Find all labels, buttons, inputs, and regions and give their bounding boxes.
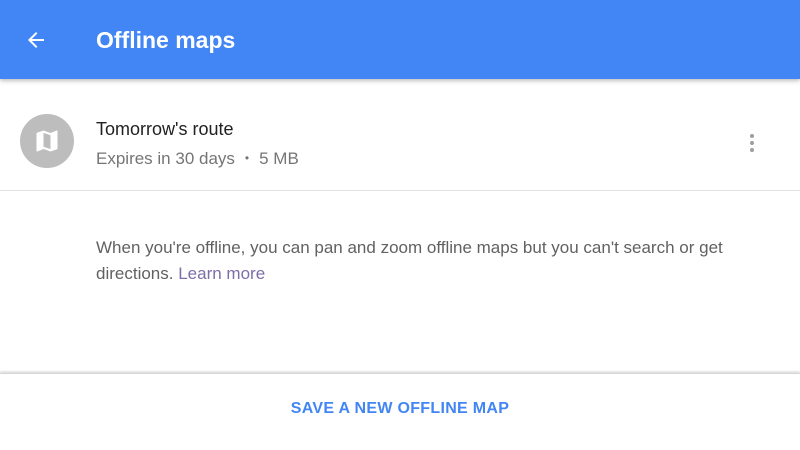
- more-options-button[interactable]: [732, 123, 772, 163]
- offline-map-item[interactable]: Tomorrow's route Expires in 30 days • 5 MB: [0, 79, 800, 190]
- map-thumbnail: [20, 114, 74, 168]
- meta-separator: •: [244, 151, 250, 165]
- map-details: Expires in 30 days • 5 MB: [96, 146, 299, 171]
- offline-info-text: When you're offline, you can pan and zoo…: [96, 235, 776, 287]
- bottom-action-bar: SAVE A NEW OFFLINE MAP: [0, 373, 800, 450]
- learn-more-link[interactable]: Learn more: [178, 264, 265, 283]
- map-name: Tomorrow's route: [96, 119, 234, 139]
- more-vert-icon: [750, 134, 754, 152]
- back-button[interactable]: [16, 20, 56, 60]
- offline-maps-screen: Offline maps Tomorrow's route Expires in…: [0, 0, 800, 450]
- map-expiry: Expires in 30 days: [96, 149, 235, 168]
- save-new-offline-map-button[interactable]: SAVE A NEW OFFLINE MAP: [291, 400, 509, 418]
- map-icon: [36, 130, 58, 152]
- map-size: 5 MB: [259, 149, 299, 168]
- info-section: When you're offline, you can pan and zoo…: [0, 191, 800, 371]
- app-bar: Offline maps: [0, 0, 800, 79]
- page-title: Offline maps: [96, 27, 236, 53]
- arrow-back-icon: [28, 32, 44, 48]
